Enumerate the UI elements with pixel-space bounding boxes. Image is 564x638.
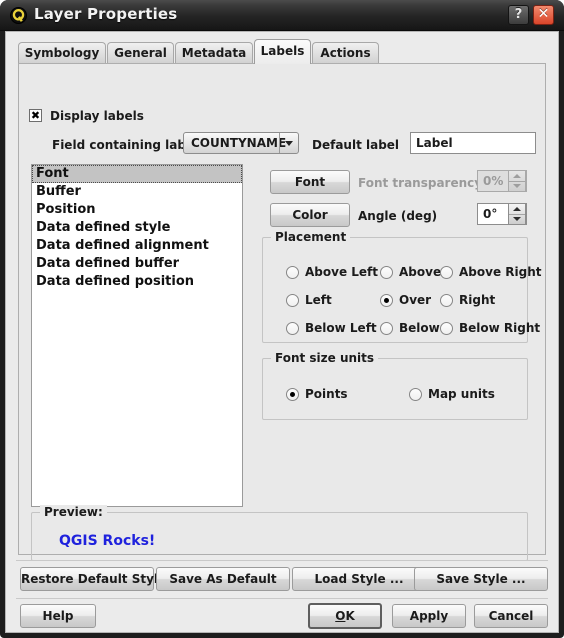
list-item[interactable]: Data defined position [32, 273, 242, 291]
font-size-units-group-title: Font size units [271, 351, 379, 365]
list-item[interactable]: Position [32, 201, 242, 219]
window-content: Symbology General Metadata Labels Action… [5, 31, 559, 633]
radio-above[interactable] [380, 266, 393, 279]
radio-points-label[interactable]: Points [305, 387, 348, 401]
font-transparency-spinner: 0% [477, 170, 527, 192]
color-button[interactable]: Color [270, 203, 350, 227]
display-labels-checkbox[interactable]: ✖ [29, 109, 42, 122]
preview-groupbox: Preview: QGIS Rocks! [31, 505, 528, 561]
apply-button[interactable]: Apply [392, 604, 466, 628]
dialog-row-divider [16, 598, 548, 599]
radio-right-label[interactable]: Right [459, 293, 495, 307]
radio-right[interactable] [440, 294, 453, 307]
font-size-units-groupbox: Font size units Points Map units [262, 351, 528, 420]
font-transparency-value: 0% [483, 174, 504, 188]
placement-groupbox: Placement Above Left Above Above Right L… [262, 230, 541, 343]
display-labels-label: Display labels [50, 109, 144, 123]
layer-properties-window: Layer Properties ? ✕ Symbology General M… [0, 0, 564, 638]
angle-value: 0° [483, 207, 498, 221]
tab-symbology[interactable]: Symbology [18, 42, 106, 63]
tab-metadata[interactable]: Metadata [175, 42, 253, 63]
chevron-down-icon[interactable] [279, 133, 298, 153]
labels-tab-page: ✖ Display labels Field containing label … [18, 63, 546, 561]
default-label-input[interactable]: Label [410, 132, 536, 154]
restore-default-style-button[interactable]: Restore Default Style [20, 567, 166, 591]
field-containing-label-combobox[interactable]: COUNTYNAME [183, 132, 299, 154]
angle-spinner[interactable]: 0° [477, 203, 527, 225]
radio-above-left[interactable] [286, 266, 299, 279]
font-transparency-stepper [508, 170, 526, 192]
field-containing-label-value: COUNTYNAME [191, 136, 287, 150]
radio-map-units-label[interactable]: Map units [428, 387, 495, 401]
radio-over[interactable] [380, 294, 393, 307]
angle-label: Angle (deg) [358, 209, 438, 223]
list-item[interactable]: Data defined style [32, 219, 242, 237]
placement-group-title: Placement [271, 230, 351, 244]
ok-button[interactable]: OK [308, 603, 382, 629]
radio-below-right-label[interactable]: Below Right [459, 321, 540, 335]
radio-below[interactable] [380, 322, 393, 335]
label-category-list[interactable]: Font Buffer Position Data defined style … [31, 164, 243, 507]
radio-above-left-label[interactable]: Above Left [305, 265, 378, 279]
save-as-default-button[interactable]: Save As Default [156, 567, 290, 591]
field-containing-label-label: Field containing label [52, 138, 199, 152]
qgis-logo-icon [10, 7, 27, 24]
preview-text: QGIS Rocks! [59, 533, 156, 549]
radio-left[interactable] [286, 294, 299, 307]
save-style-button[interactable]: Save Style ... [414, 567, 548, 591]
ok-button-rest: K [345, 609, 355, 623]
radio-below-label[interactable]: Below [399, 321, 440, 335]
font-button[interactable]: Font [270, 170, 350, 194]
list-item[interactable]: Data defined alignment [32, 237, 242, 255]
radio-below-left[interactable] [286, 322, 299, 335]
tab-general[interactable]: General [107, 42, 174, 63]
radio-above-label[interactable]: Above [399, 265, 441, 279]
radio-above-right-label[interactable]: Above Right [459, 265, 541, 279]
radio-left-label[interactable]: Left [305, 293, 332, 307]
title-bar: Layer Properties ? ✕ [0, 0, 564, 31]
list-item[interactable]: Buffer [32, 183, 242, 201]
default-label-label: Default label [312, 138, 400, 152]
radio-above-right[interactable] [440, 266, 453, 279]
tab-actions[interactable]: Actions [312, 42, 379, 63]
stepper-down-icon[interactable] [509, 214, 525, 224]
list-item[interactable]: Data defined buffer [32, 255, 242, 273]
load-style-button[interactable]: Load Style ... [292, 567, 426, 591]
preview-group-title: Preview: [40, 505, 107, 519]
font-transparency-label: Font transparency [358, 176, 483, 190]
ok-accelerator: O [335, 609, 346, 623]
radio-over-label[interactable]: Over [399, 293, 431, 307]
style-row-divider [16, 560, 548, 561]
titlebar-help-button[interactable]: ? [508, 5, 529, 25]
tab-labels[interactable]: Labels [254, 39, 311, 64]
stepper-down-icon [509, 181, 525, 191]
radio-map-units[interactable] [409, 388, 422, 401]
window-title: Layer Properties [34, 5, 178, 23]
cancel-button[interactable]: Cancel [474, 604, 548, 628]
titlebar-close-button[interactable]: ✕ [533, 5, 554, 25]
radio-below-left-label[interactable]: Below Left [305, 321, 377, 335]
radio-below-right[interactable] [440, 322, 453, 335]
list-item[interactable]: Font [32, 165, 242, 183]
angle-stepper[interactable] [508, 203, 526, 225]
help-button[interactable]: Help [20, 604, 96, 628]
radio-points[interactable] [286, 388, 299, 401]
